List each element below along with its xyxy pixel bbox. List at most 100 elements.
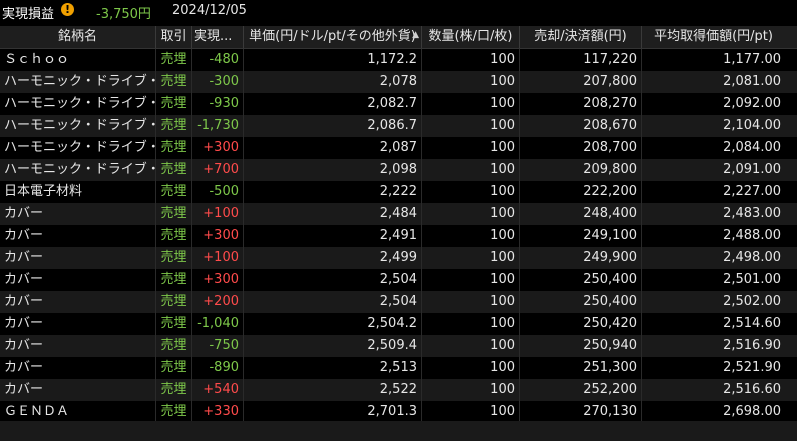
- trade-type-cell: 売埋: [156, 225, 192, 247]
- trade-type-cell: 売埋: [156, 335, 192, 357]
- table-row[interactable]: ＧＥＮＤＡ 売埋 +330 2,701.3 100 270,130 2,698.00: [0, 401, 797, 423]
- realized-pl-cell: -890: [192, 357, 244, 379]
- unit-price-cell: 2,491: [244, 225, 422, 247]
- table-row[interactable]: カバー 売埋 -890 2,513 100 251,300 2,521.90: [0, 357, 797, 379]
- stock-name-cell: 日本電子材料: [0, 181, 156, 203]
- table-row[interactable]: カバー 売埋 +300 2,491 100 249,100 2,488.00: [0, 225, 797, 247]
- avg-price-cell: 2,488.00: [723, 228, 781, 243]
- avg-price-cell: 2,501.00: [723, 272, 781, 287]
- table-empty-area: [0, 421, 797, 441]
- trade-type-cell: 売埋: [156, 137, 192, 159]
- avg-price-cell: 2,516.90: [723, 338, 781, 353]
- table-row[interactable]: 日本電子材料 売埋 -500 2,222 100 222,200 2,227.00: [0, 181, 797, 203]
- trade-type-cell: 売埋: [156, 71, 192, 93]
- trade-type-cell: 売埋: [156, 313, 192, 335]
- settlement-amount-cell: 209,800: [520, 159, 642, 181]
- quantity-cell: 100: [422, 159, 520, 181]
- realized-pl-cell: +100: [192, 203, 244, 225]
- table-row[interactable]: ハーモニック・ドライブ・シス売埋-9302,082.7100208,270 2,0…: [0, 93, 797, 115]
- table-row[interactable]: Ｓｃｈｏｏ 売埋 -480 1,172.2 100 117,220 1,177.00: [0, 49, 797, 71]
- unit-price-cell: 1,172.2: [244, 49, 422, 71]
- stock-name-cell: カバー: [0, 203, 156, 225]
- realized-pl-value: -3,750円: [96, 7, 151, 22]
- quantity-cell: 100: [422, 181, 520, 203]
- summary-date: 2024/12/05: [172, 3, 247, 18]
- table-row[interactable]: カバー 売埋 +540 2,522 100 252,200 2,516.60: [0, 379, 797, 401]
- header-settlement[interactable]: 売却/決済額(円): [520, 26, 642, 48]
- avg-price-cell: 2,084.00: [723, 140, 781, 155]
- realized-pl-cell: +300: [192, 225, 244, 247]
- quantity-cell: 100: [422, 115, 520, 137]
- unit-price-cell: 2,499: [244, 247, 422, 269]
- header-name[interactable]: 銘柄名: [0, 26, 156, 48]
- stock-name-cell: カバー: [0, 225, 156, 247]
- unit-price-cell: 2,484: [244, 203, 422, 225]
- quantity-cell: 100: [422, 247, 520, 269]
- table-row[interactable]: カバー 売埋 +100 2,484 100 248,400 2,483.00: [0, 203, 797, 225]
- table-row[interactable]: カバー 売埋 +300 2,504 100 250,400 2,501.00: [0, 269, 797, 291]
- stock-name-cell: Ｓｃｈｏｏ: [0, 49, 156, 71]
- quantity-cell: 100: [422, 93, 520, 115]
- trade-type-cell: 売埋: [156, 181, 192, 203]
- quantity-cell: 100: [422, 71, 520, 93]
- table-row[interactable]: カバー 売埋 +200 2,504 100 250,400 2,502.00: [0, 291, 797, 313]
- trade-type-cell: 売埋: [156, 203, 192, 225]
- table-row[interactable]: ハーモニック・ドライブ・シス売埋+7002,098100209,800 2,091…: [0, 159, 797, 181]
- stock-name-cell: カバー: [0, 269, 156, 291]
- trade-type-cell: 売埋: [156, 247, 192, 269]
- stock-name-cell: カバー: [0, 247, 156, 269]
- avg-price-cell: 2,698.00: [723, 404, 781, 419]
- header-unit-price[interactable]: 単価(円/ドル/pt/その他外貨) ▲: [244, 26, 422, 48]
- realized-pl-cell: -480: [192, 49, 244, 71]
- unit-price-cell: 2,086.7: [244, 115, 422, 137]
- trade-type-cell: 売埋: [156, 49, 192, 71]
- quantity-cell: 100: [422, 313, 520, 335]
- sort-up-icon: ▲: [412, 30, 419, 40]
- avg-price-cell: 2,092.00: [723, 96, 781, 111]
- quantity-cell: 100: [422, 291, 520, 313]
- table-row[interactable]: カバー 売埋 +100 2,499 100 249,900 2,498.00: [0, 247, 797, 269]
- realized-pl-cell: +330: [192, 401, 244, 423]
- header-unit-price-label: 単価(円/ドル/pt/その他外貨): [249, 29, 416, 44]
- header-pl[interactable]: 実現...: [192, 26, 244, 48]
- table-row[interactable]: ハーモニック・ドライブ・シス売埋-3002,078100207,800 2,081…: [0, 71, 797, 93]
- realized-pl-cell: +700: [192, 159, 244, 181]
- table-row[interactable]: ハーモニック・ドライブ・シス売埋+3002,087100208,700 2,084…: [0, 137, 797, 159]
- settlement-amount-cell: 250,400: [520, 291, 642, 313]
- avg-price-cell: 2,514.60: [723, 316, 781, 331]
- header-qty[interactable]: 数量(株/口/枚): [422, 26, 520, 48]
- summary-bar: 実現損益 ! -3,750円 2024/12/05: [0, 0, 797, 24]
- table-row[interactable]: ハーモニック・ドライブ・シス売埋-1,7302,086.7100208,670 2…: [0, 115, 797, 137]
- settlement-amount-cell: 250,400: [520, 269, 642, 291]
- avg-price-cell: 2,483.00: [723, 206, 781, 221]
- unit-price-cell: 2,701.3: [244, 401, 422, 423]
- settlement-amount-cell: 249,900: [520, 247, 642, 269]
- header-trade[interactable]: 取引: [156, 26, 192, 48]
- quantity-cell: 100: [422, 203, 520, 225]
- settlement-amount-cell: 252,200: [520, 379, 642, 401]
- settlement-amount-cell: 249,100: [520, 225, 642, 247]
- quantity-cell: 100: [422, 357, 520, 379]
- trade-type-cell: 売埋: [156, 401, 192, 423]
- warning-icon[interactable]: !: [61, 3, 74, 16]
- avg-price-cell: 2,498.00: [723, 250, 781, 265]
- settlement-amount-cell: 250,420: [520, 313, 642, 335]
- realized-pl-cell: -500: [192, 181, 244, 203]
- table-row[interactable]: カバー 売埋 -750 2,509.4 100 250,940 2,516.90: [0, 335, 797, 357]
- avg-price-cell: 2,081.00: [723, 74, 781, 89]
- realized-pl-cell: +300: [192, 137, 244, 159]
- realized-pl-cell: +300: [192, 269, 244, 291]
- avg-price-cell: 2,104.00: [723, 118, 781, 133]
- stock-name-cell: カバー: [0, 313, 156, 335]
- realized-pl-cell: +100: [192, 247, 244, 269]
- unit-price-cell: 2,509.4: [244, 335, 422, 357]
- stock-name-cell: ハーモニック・ドライブ・シス: [0, 93, 156, 115]
- unit-price-cell: 2,522: [244, 379, 422, 401]
- quantity-cell: 100: [422, 49, 520, 71]
- avg-price-cell: 2,227.00: [723, 184, 781, 199]
- header-avg-price[interactable]: 平均取得価額(円/pt): [642, 26, 785, 48]
- realized-pl-cell: -300: [192, 71, 244, 93]
- trade-type-cell: 売埋: [156, 93, 192, 115]
- table-row[interactable]: カバー 売埋 -1,040 2,504.2 100 250,420 2,514.60: [0, 313, 797, 335]
- quantity-cell: 100: [422, 269, 520, 291]
